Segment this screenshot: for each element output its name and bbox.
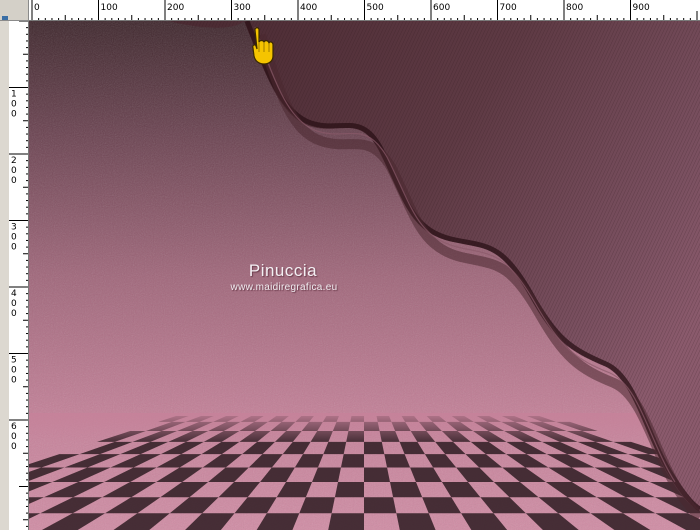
floor-horizon-fade (29, 413, 700, 443)
ruler-label: 900 (633, 3, 650, 13)
horizontal-ruler-scale: 0 100 200 300 400 500 600 700 800 900 (31, 0, 698, 20)
ruler-label: 0 (11, 176, 17, 186)
floor-tile (364, 497, 397, 514)
floor-tile (328, 513, 364, 530)
ruler-label: 6 (11, 422, 17, 432)
floor-tile (340, 454, 364, 468)
vertical-ruler-strip (0, 21, 9, 530)
floor-tile (396, 513, 436, 530)
ruler-corner (0, 0, 29, 21)
ruler-label: 400 (300, 3, 317, 13)
watermark-url: www.maidiregrafica.eu (230, 282, 338, 293)
ruler-label: 5 (11, 356, 17, 366)
ruler-label: 1 (11, 90, 17, 100)
ruler-label: 0 (11, 100, 17, 110)
horizontal-ruler[interactable]: 0 100 200 300 400 500 600 700 800 900 (29, 0, 700, 21)
ruler-label: 300 (234, 3, 251, 13)
floor-tile (364, 441, 385, 455)
pointing-hand-icon (252, 27, 274, 65)
ruler-label: 4 (11, 289, 17, 299)
ruler-label: 0 (34, 3, 40, 13)
ruler-label: 200 (167, 3, 184, 13)
ruler-label: 2 (11, 156, 17, 166)
ruler-label: 0 (11, 366, 17, 376)
artwork (29, 21, 700, 530)
ruler-label: 0 (11, 309, 17, 319)
ruler-label: 800 (566, 3, 583, 13)
ruler-label: 0 (11, 299, 17, 309)
ruler-label: 0 (11, 376, 17, 386)
ruler-unit-marker (2, 16, 8, 20)
ruler-label: 0 (11, 233, 17, 243)
ruler-label: 3 (11, 223, 17, 233)
floor-tile (364, 467, 390, 482)
image-canvas[interactable]: Pinuccia www.maidiregrafica.eu (29, 21, 700, 530)
watermark-name: Pinuccia (248, 261, 318, 280)
ruler-label: 600 (433, 3, 450, 13)
ruler-label: 0 (11, 166, 17, 176)
ruler-label: 500 (367, 3, 384, 13)
floor-tile (334, 481, 364, 498)
ruler-label: 0 (11, 432, 17, 442)
ruler-label: 700 (500, 3, 517, 13)
ruler-label: 0 (11, 442, 17, 452)
ruler-label: 100 (101, 3, 118, 13)
ruler-label: 0 (11, 110, 17, 120)
ruler-label: 0 (11, 243, 17, 253)
